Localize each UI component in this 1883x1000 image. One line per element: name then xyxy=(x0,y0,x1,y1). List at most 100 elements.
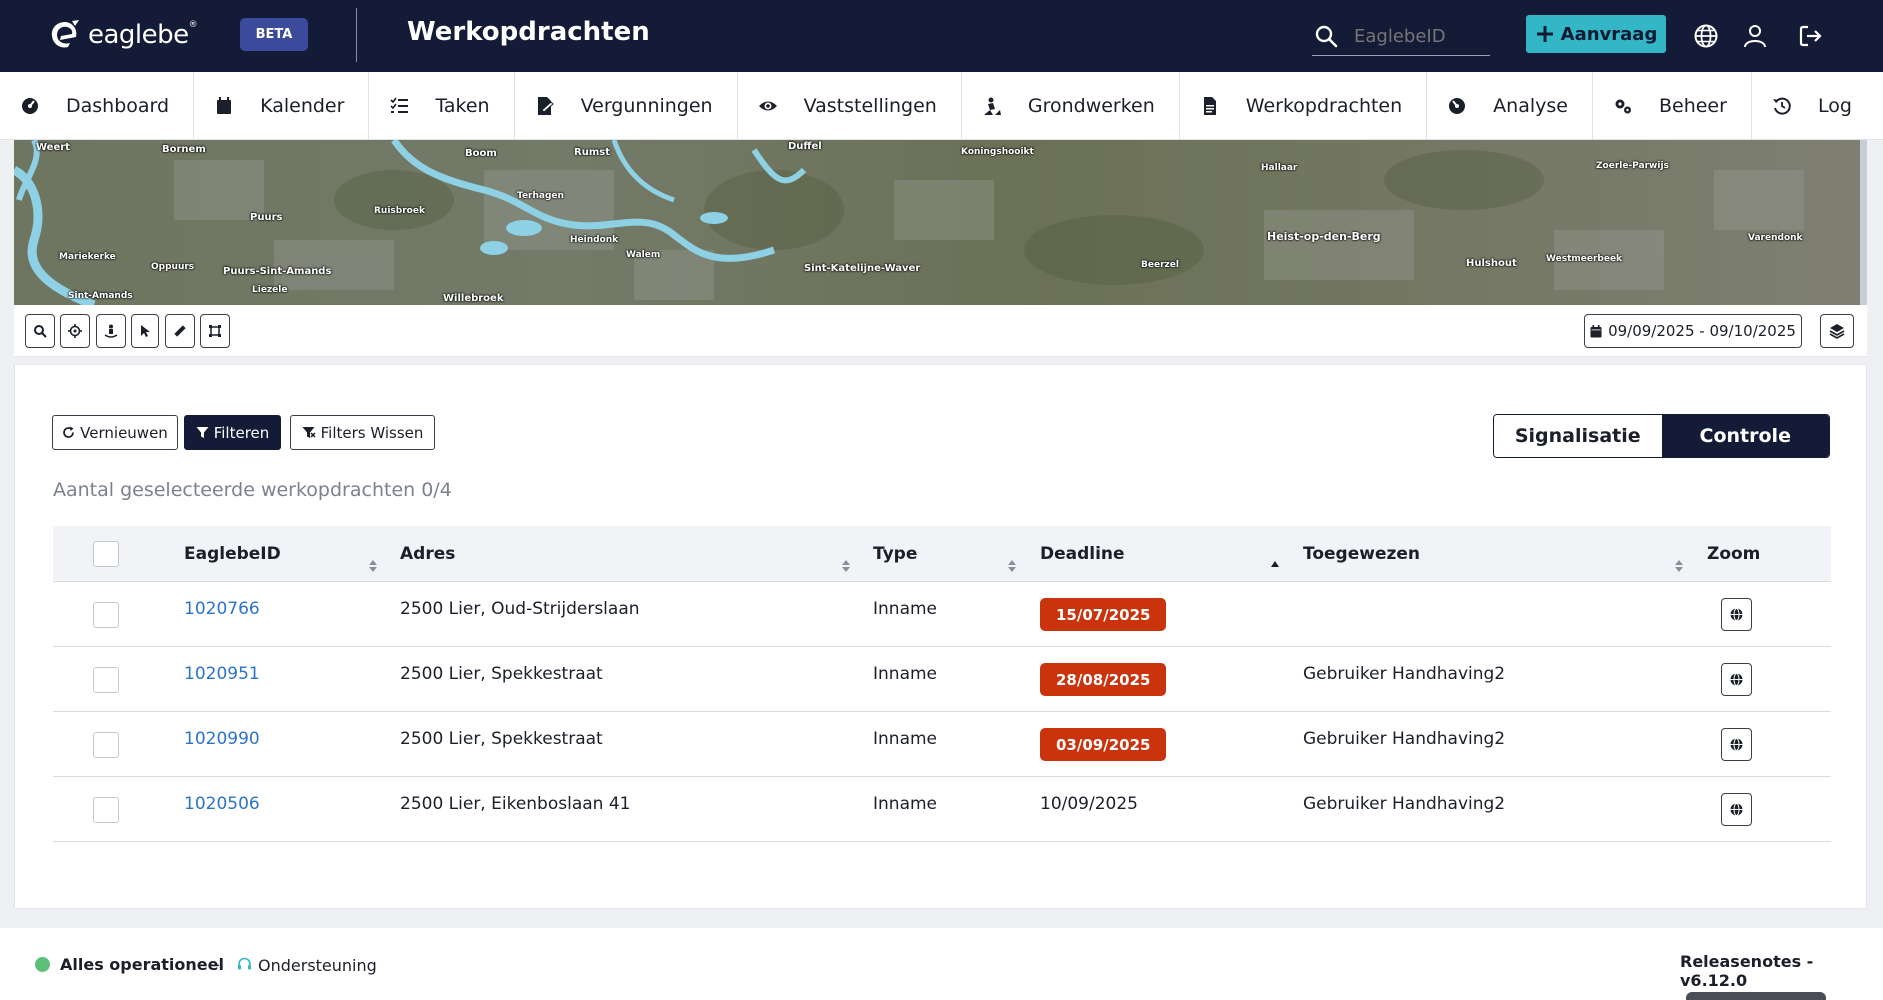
new-request-button[interactable]: Aanvraag xyxy=(1526,15,1666,53)
main-nav: Dashboard Kalender Taken Vergunningen Va… xyxy=(0,72,1883,140)
nav-item-grondwerken[interactable]: Grondwerken xyxy=(962,72,1180,140)
sort-icon[interactable] xyxy=(1674,559,1684,573)
globe-icon xyxy=(1730,608,1743,621)
search-icon xyxy=(34,325,47,338)
permits-icon xyxy=(537,97,554,115)
row-type: Inname xyxy=(873,664,937,684)
zoom-to-location-button[interactable] xyxy=(1721,728,1752,761)
map-label: Liezele xyxy=(252,285,288,295)
row-address: 2500 Lier, Oud-Strijderslaan xyxy=(400,599,640,619)
map-draw-area-button[interactable] xyxy=(200,314,230,348)
filter-clear-icon xyxy=(302,427,316,438)
eaglebe-logo-icon xyxy=(51,20,79,48)
row-type: Inname xyxy=(873,599,937,619)
row-eaglebeid-link[interactable]: 1020506 xyxy=(184,777,260,831)
crosshair-icon xyxy=(68,324,82,338)
map-view[interactable]: Weert Bornem Boom Rumst Duffel Koningsho… xyxy=(14,140,1867,305)
clear-filters-button[interactable]: Filters Wissen xyxy=(290,415,435,450)
user-icon[interactable] xyxy=(1742,23,1768,49)
col-adres[interactable]: Adres xyxy=(400,526,455,582)
sort-ascending-icon[interactable] xyxy=(1270,559,1280,573)
search-box xyxy=(1312,18,1490,56)
col-eaglebeid[interactable]: EaglebeID xyxy=(184,526,281,582)
status-label[interactable]: Alles operationeel xyxy=(60,955,224,974)
registered-mark: ® xyxy=(188,20,198,30)
nav-item-beheer[interactable]: Beheer xyxy=(1593,72,1752,140)
zoom-to-location-button[interactable] xyxy=(1721,663,1752,696)
nav-label: Vergunningen xyxy=(580,95,713,117)
nav-item-vaststellingen[interactable]: Vaststellingen xyxy=(738,72,962,140)
nav-item-kalender[interactable]: Kalender xyxy=(194,72,370,140)
nav-item-werkopdrachten[interactable]: Werkopdrachten xyxy=(1180,72,1428,140)
sort-icon[interactable] xyxy=(1007,559,1017,573)
globe-icon[interactable] xyxy=(1693,23,1719,49)
eaglebe-logo[interactable]: eaglebe ® xyxy=(48,18,198,52)
row-checkbox[interactable] xyxy=(93,797,119,823)
nav-item-taken[interactable]: Taken xyxy=(369,72,515,140)
nav-label: Werkopdrachten xyxy=(1245,95,1403,117)
table-row[interactable]: 1020766 2500 Lier, Oud-Strijderslaan Inn… xyxy=(53,582,1831,647)
row-eaglebeid-link[interactable]: 1020951 xyxy=(184,647,260,701)
table-row[interactable]: 1020506 2500 Lier, Eikenboslaan 41 Innam… xyxy=(53,777,1831,842)
date-range-picker[interactable]: 09/09/2025 - 09/10/2025 xyxy=(1584,314,1802,348)
col-zoom: Zoom xyxy=(1707,544,1761,564)
map-label: Beerzel xyxy=(1141,260,1179,270)
nav-label: Log xyxy=(1817,95,1852,117)
row-assigned: Gebruiker Handhaving2 xyxy=(1303,664,1506,684)
select-all-checkbox[interactable] xyxy=(93,541,119,567)
col-deadline[interactable]: Deadline xyxy=(1040,526,1125,582)
zoom-to-location-button[interactable] xyxy=(1721,598,1752,631)
toggle-controle[interactable]: Controle xyxy=(1661,415,1829,457)
row-eaglebeid-link[interactable]: 1020990 xyxy=(184,712,260,766)
support-link[interactable]: Ondersteuning xyxy=(258,956,377,975)
logout-icon[interactable] xyxy=(1798,23,1824,49)
analysis-icon xyxy=(1449,98,1466,114)
map-label: Puurs xyxy=(250,212,283,223)
selection-count: Aantal geselecteerde werkopdrachten 0/4 xyxy=(53,479,452,501)
map-measure-button[interactable] xyxy=(165,314,195,348)
table-row[interactable]: 1020951 2500 Lier, Spekkestraat Inname 2… xyxy=(53,647,1831,712)
refresh-button[interactable]: Vernieuwen xyxy=(52,415,178,450)
map-label: Oppuurs xyxy=(151,262,195,272)
map-label: Mariekerke xyxy=(59,252,116,262)
col-toegewezen[interactable]: Toegewezen xyxy=(1303,526,1420,582)
nav-item-dashboard[interactable]: Dashboard xyxy=(0,72,195,140)
row-checkbox[interactable] xyxy=(93,667,119,693)
filter-icon xyxy=(196,427,209,438)
map-select-button[interactable] xyxy=(131,314,159,348)
nav-label: Dashboard xyxy=(66,95,170,117)
row-eaglebeid-link[interactable]: 1020766 xyxy=(184,582,260,636)
table-row[interactable]: 1020990 2500 Lier, Spekkestraat Inname 0… xyxy=(53,712,1831,777)
cursor-icon xyxy=(141,325,150,337)
map-layers-button[interactable] xyxy=(1820,314,1854,348)
nav-item-log[interactable]: Log xyxy=(1752,72,1876,140)
nav-item-vergunningen[interactable]: Vergunningen xyxy=(515,72,738,140)
nav-item-analyse[interactable]: Analyse xyxy=(1427,72,1593,140)
toggle-signalisatie[interactable]: Signalisatie xyxy=(1494,415,1662,457)
footer-tab-handle[interactable] xyxy=(1686,992,1826,1000)
filter-button[interactable]: Filteren xyxy=(184,415,281,450)
zoom-to-location-button[interactable] xyxy=(1721,793,1752,826)
sort-icon[interactable] xyxy=(368,559,378,573)
map-label: Ruisbroek xyxy=(374,206,425,216)
page-title: Werkopdrachten xyxy=(407,17,650,47)
row-checkbox[interactable] xyxy=(93,602,119,628)
globe-icon xyxy=(1730,738,1743,751)
row-deadline: 10/09/2025 xyxy=(1040,794,1138,814)
search-input[interactable] xyxy=(1354,26,1484,47)
row-checkbox[interactable] xyxy=(93,732,119,758)
map-label: Rumst xyxy=(574,147,610,158)
map-streetview-button[interactable] xyxy=(96,314,126,348)
footer-separator: - xyxy=(214,955,220,974)
map-label: Sint-Amands xyxy=(68,291,133,301)
row-address: 2500 Lier, Spekkestraat xyxy=(400,664,603,684)
pegman-icon xyxy=(104,324,118,338)
refresh-icon xyxy=(63,426,75,438)
sort-icon[interactable] xyxy=(841,559,851,573)
release-notes-link[interactable]: Releasenotes - v6.12.0 xyxy=(1680,952,1883,990)
map-search-button[interactable] xyxy=(25,314,55,348)
logo-text: eaglebe xyxy=(88,20,189,50)
map-locate-button[interactable] xyxy=(60,314,90,348)
overdue-deadline-badge: 15/07/2025 xyxy=(1040,598,1167,631)
col-type[interactable]: Type xyxy=(873,526,917,582)
